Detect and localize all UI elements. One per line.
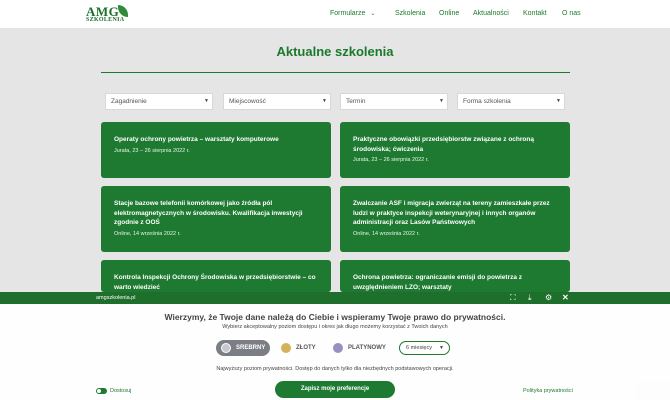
course-title: Operaty ochrony powietrza – warsztaty ko… (114, 136, 279, 143)
consent-site-url: amgszkolenia.pl (96, 295, 136, 301)
course-meta: Online, 14 września 2022 r. (114, 230, 181, 237)
caret-down-icon: ▼ (556, 98, 561, 104)
course-title: Ochrona powietrza: ograniczanie emisji d… (353, 274, 523, 291)
duration-value: 6 miesięcy (406, 345, 432, 351)
filter-label: Zagadnienie (111, 98, 147, 105)
course-card[interactable]: Zwalczanie ASF i migracja zwierząt na te… (340, 186, 570, 252)
consent-panel: Wierzymy, że Twoje dane należą do Ciebie… (0, 304, 670, 400)
logo-subtext: SZKOLENIA (86, 17, 125, 23)
customize-label: Dostosuj (110, 387, 132, 394)
course-title: Stacje bazowe telefonii komórkowej jako … (114, 200, 303, 226)
site-header: AMG SZKOLENIA Formularze ⌄ Szkolenia Onli… (0, 0, 670, 28)
page-title: Aktualne szkolenia (276, 44, 394, 59)
course-card[interactable]: Kontrola Inspekcji Ochrony Środowiska w … (101, 260, 331, 292)
course-card[interactable]: Ochrona powietrza: ograniczanie emisji d… (340, 260, 570, 292)
level-label: SREBRNY (236, 345, 266, 351)
chevron-down-icon: ▼ (439, 345, 444, 351)
privacy-level-selector: SREBRNY ZŁOTY PLATYNOWY 6 miesięcy ▼ (216, 340, 452, 357)
filter-forma-szkolenia[interactable]: Forma szkolenia ▼ (457, 93, 565, 110)
level-srebrny-option[interactable]: SREBRNY (216, 340, 270, 356)
course-title: Praktyczne obowiązki przedsiębiorstw zwi… (353, 136, 534, 153)
duration-select[interactable]: 6 miesięcy ▼ (399, 341, 450, 355)
level-label: PLATYNOWY (348, 345, 386, 351)
level-dot-icon (333, 343, 343, 353)
course-title: Kontrola Inspekcji Ochrony Środowiska w … (114, 274, 316, 291)
close-icon[interactable]: ✕ (562, 293, 569, 303)
level-zloty-option[interactable]: ZŁOTY (276, 340, 326, 356)
course-card[interactable]: Praktyczne obowiązki przedsiębiorstw zwi… (340, 122, 570, 178)
title-divider (101, 72, 570, 73)
privacy-policy-link[interactable]: Polityka prywatności (523, 388, 573, 394)
caret-down-icon: ▼ (204, 98, 209, 104)
course-title: Zwalczanie ASF i migracja zwierząt na te… (353, 200, 550, 226)
filter-termin[interactable]: Termin ▼ (340, 93, 448, 110)
level-platynowy-option[interactable]: PLATYNOWY (328, 340, 394, 356)
filter-zagadnienie[interactable]: Zagadnienie ▼ (105, 93, 213, 110)
nav-item-szkolenia[interactable]: Szkolenia (395, 10, 425, 17)
nav-item-kontakt[interactable]: Kontakt (523, 10, 547, 17)
caret-down-icon: ▼ (439, 98, 444, 104)
level-dot-icon (221, 343, 231, 353)
course-card[interactable]: Operaty ochrony powietrza – warsztaty ko… (101, 122, 331, 178)
expand-icon[interactable]: ⛶ (510, 293, 516, 303)
filter-label: Termin (346, 98, 366, 105)
chevron-down-icon: ⌄ (370, 11, 376, 17)
nav-label: Formularze (330, 10, 366, 17)
download-icon[interactable]: ⤓ (528, 293, 532, 303)
save-preferences-button[interactable]: Zapisz moje preferencje (275, 381, 395, 398)
settings-icon[interactable]: ⚙ (545, 293, 552, 303)
caret-down-icon: ▼ (322, 98, 327, 104)
nav-item-formularze[interactable]: Formularze ⌄ (330, 10, 375, 17)
filter-label: Forma szkolenia (463, 98, 511, 105)
filter-miejscowosc[interactable]: Miejscowość ▼ (223, 93, 331, 110)
course-meta: Online, 14 września 2022 r. (353, 230, 420, 237)
course-meta: Jurata, 23 – 26 sierpnia 2022 r. (353, 157, 429, 163)
level-label: ZŁOTY (296, 345, 316, 351)
course-meta: Jurata, 23 – 26 sierpnia 2022 r. (114, 147, 190, 154)
toggle-icon (96, 388, 107, 394)
consent-note: Najwyższy poziom prywatności. Dostęp do … (216, 366, 454, 372)
course-card[interactable]: Stacje bazowe telefonii komórkowej jako … (101, 186, 331, 252)
nav-item-o-nas[interactable]: O nas (562, 10, 581, 17)
consent-title: Wierzymy, że Twoje dane należą do Ciebie… (164, 312, 506, 322)
leaf-icon (118, 5, 128, 17)
site-logo[interactable]: AMG SZKOLENIA (86, 4, 130, 24)
nav-item-aktualnosci[interactable]: Aktualności (473, 10, 509, 17)
consent-top-bar: amgszkolenia.pl ⛶ ⤓ ⚙ ✕ (0, 292, 670, 304)
level-dot-icon (281, 343, 291, 353)
consent-subtitle: Wybierz akceptowalny poziom dostępu i ok… (222, 324, 448, 330)
nav-item-online[interactable]: Online (439, 10, 459, 17)
filter-label: Miejscowość (229, 98, 266, 105)
